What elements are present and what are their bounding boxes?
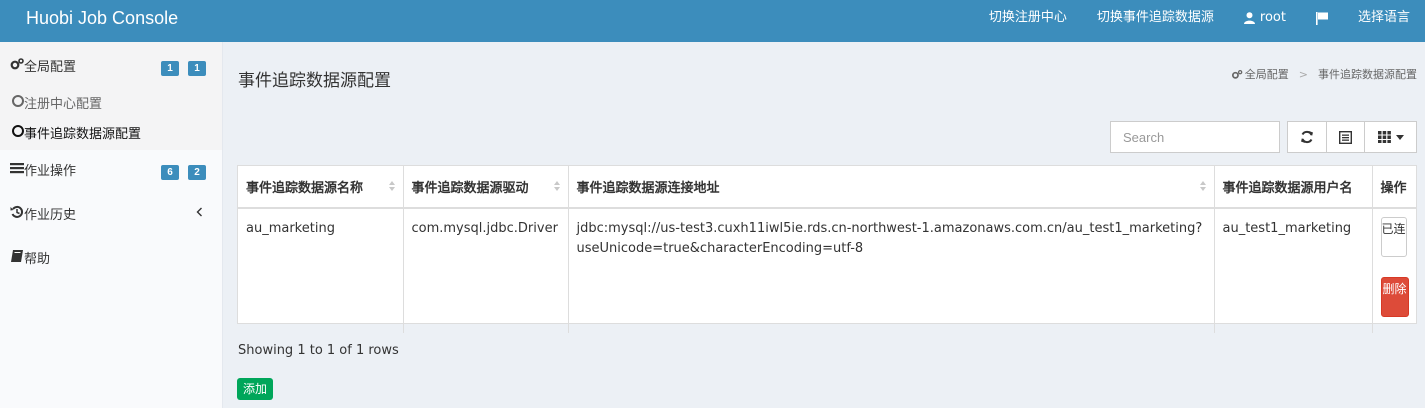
sidebar-item-help[interactable]: 帮助 (0, 234, 222, 278)
flag-button[interactable] (1301, 0, 1343, 36)
switch-datasource-label: 切换事件追踪数据源 (1096, 10, 1214, 25)
cell-actions: 已连 删除 (1372, 208, 1416, 333)
gears-icon (10, 58, 24, 70)
sidebar-item-job-ops[interactable]: 作业操作 6 2 (0, 146, 222, 190)
breadcrumb-separator: > (1298, 67, 1308, 81)
sidebar-subitem-registry-config[interactable]: 注册中心配置 (0, 86, 222, 116)
switch-registry-link[interactable]: 切换注册中心 (974, 0, 1082, 36)
sidebar-item-job-history[interactable]: 作业历史 (0, 190, 222, 234)
table-row: au_marketing com.mysql.jdbc.Driver jdbc:… (238, 208, 1416, 333)
column-header-label: 事件追踪数据源名称 (246, 181, 364, 196)
user-name: root (1259, 10, 1286, 25)
sidebar-subitem-label: 注册中心配置 (24, 97, 103, 112)
language-label: 选择语言 (1357, 10, 1410, 25)
refresh-button[interactable] (1287, 121, 1327, 153)
column-header-label: 事件追踪数据源连接地址 (576, 181, 720, 196)
grid-columns-icon (1377, 131, 1391, 143)
refresh-icon (1301, 130, 1313, 144)
column-header-label: 事件追踪数据源驱动 (411, 181, 529, 196)
add-button[interactable]: 添加 (237, 378, 274, 400)
sort-icon (388, 181, 395, 191)
breadcrumb-current: 事件追踪数据源配置 (1318, 68, 1417, 81)
column-header-driver[interactable]: 事件追踪数据源驱动 (403, 166, 569, 209)
sidebar-item-label: 作业操作 (24, 164, 77, 179)
app-brand[interactable]: Huobi Job Console (26, 0, 178, 36)
list-icon (10, 163, 24, 174)
book-icon (11, 250, 23, 262)
sidebar-subitem-label: 事件追踪数据源配置 (24, 127, 142, 142)
breadcrumb: 全局配置 > 事件追踪数据源配置 (1231, 66, 1417, 82)
delete-button[interactable]: 删除 (1380, 277, 1409, 317)
sort-icon (1199, 181, 1206, 191)
column-header-label: 事件追踪数据源用户名 (1222, 181, 1353, 196)
toggle-view-button[interactable] (1326, 121, 1365, 153)
sidebar-item-global-config[interactable]: 全局配置 1 1 (0, 42, 222, 86)
cell-driver: com.mysql.jdbc.Driver (403, 208, 569, 333)
circle-icon (12, 95, 24, 107)
sidebar-item-label: 作业历史 (24, 208, 77, 223)
switch-datasource-link[interactable]: 切换事件追踪数据源 (1082, 0, 1229, 36)
user-menu[interactable]: root (1229, 0, 1301, 36)
column-header-name[interactable]: 事件追踪数据源名称 (238, 166, 404, 209)
switch-registry-label: 切换注册中心 (988, 10, 1067, 25)
column-header-label: 操作 (1380, 181, 1407, 196)
list-view-icon (1339, 130, 1352, 144)
history-icon (10, 205, 24, 218)
top-nav: 切换注册中心 切换事件追踪数据源 root 选择语言 (974, 0, 1425, 36)
pagination-info: Showing 1 to 1 of 1 rows (238, 343, 399, 358)
sidebar-subitem-datasource-config[interactable]: 事件追踪数据源配置 (0, 116, 222, 146)
count-badge: 2 (188, 165, 206, 180)
count-badge: 1 (161, 61, 179, 76)
cell-username: au_test1_marketing (1214, 208, 1373, 333)
page-title: 事件追踪数据源配置 (238, 71, 391, 91)
circle-icon (12, 125, 24, 137)
top-navbar: Huobi Job Console 切换注册中心 切换事件追踪数据源 root … (0, 0, 1425, 42)
count-badge: 1 (188, 61, 206, 76)
count-badge: 6 (161, 165, 179, 180)
datasource-table: 事件追踪数据源名称 事件追踪数据源驱动 事件追踪数据源连接地址 事件追踪数据源用… (237, 165, 1417, 333)
sidebar-item-label: 全局配置 (24, 60, 77, 75)
search-input[interactable] (1110, 121, 1280, 153)
flag-icon (1315, 11, 1328, 25)
sidebar: 全局配置 1 1 注册中心配置 事件追踪数据源配置 作业操作 6 2 作业历史 (0, 42, 223, 408)
sort-icon (553, 181, 560, 191)
column-header-actions: 操作 (1372, 166, 1416, 209)
cell-name: au_marketing (238, 208, 404, 333)
breadcrumb-parent[interactable]: 全局配置 (1245, 66, 1289, 82)
sidebar-item-label: 帮助 (24, 252, 51, 267)
columns-dropdown-button[interactable] (1364, 121, 1417, 153)
connected-button[interactable]: 已连 (1380, 217, 1407, 257)
column-header-url[interactable]: 事件追踪数据源连接地址 (568, 166, 1215, 209)
language-menu[interactable]: 选择语言 (1343, 0, 1425, 36)
table-header-row: 事件追踪数据源名称 事件追踪数据源驱动 事件追踪数据源连接地址 事件追踪数据源用… (238, 166, 1416, 209)
cell-url: jdbc:mysql://us-test3.cuxh11iwl5ie.rds.c… (568, 208, 1215, 333)
chevron-left-icon (196, 207, 202, 217)
caret-down-icon (1395, 134, 1404, 140)
user-icon (1243, 12, 1255, 24)
main-content: 事件追踪数据源配置 全局配置 > 事件追踪数据源配置 Search 事件追踪数据… (223, 42, 1425, 408)
gears-icon (1231, 69, 1243, 79)
column-header-username[interactable]: 事件追踪数据源用户名 (1214, 166, 1373, 209)
